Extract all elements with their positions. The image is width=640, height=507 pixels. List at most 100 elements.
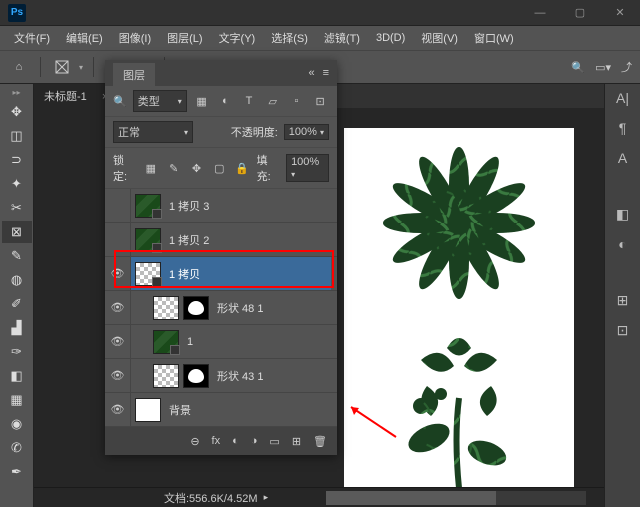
filter-type-dropdown[interactable]: 类型▾ — [133, 90, 187, 112]
wand-tool[interactable]: ✦ — [2, 173, 32, 195]
menu-filter[interactable]: 滤镜(T) — [318, 28, 366, 48]
panel-icon-4[interactable]: ◧ — [613, 206, 633, 222]
layer-row[interactable]: 👁 形状 48 1 — [105, 291, 337, 325]
screenmode-icon[interactable]: ▭▾ — [595, 61, 611, 74]
filter-search-icon[interactable]: 🔍 — [113, 95, 127, 108]
visibility-toggle[interactable]: 👁 — [105, 359, 131, 393]
lock-label: 锁定: — [113, 152, 136, 184]
h-scrollbar[interactable] — [326, 491, 586, 505]
tools-panel: ▸▸ ✥ ◫ ⊃ ✦ ✂ ⊠ ✎ ◍ ✐ ▟ ✑ ◧ ▦ ◉ ✆ ✒ — [0, 84, 34, 507]
filter-type-icon[interactable]: T — [240, 93, 258, 109]
menu-type[interactable]: 文字(Y) — [213, 28, 262, 48]
tool-preset-icon[interactable] — [51, 56, 73, 78]
visibility-toggle[interactable]: 👁 — [105, 393, 131, 427]
group-icon[interactable]: ▭ — [269, 435, 279, 448]
layer-row[interactable]: 1 拷贝 2 — [105, 223, 337, 257]
marquee-tool[interactable]: ◫ — [2, 125, 32, 147]
search-icon[interactable]: 🔍 — [571, 61, 585, 74]
glyphs-panel-icon[interactable]: A — [613, 150, 633, 166]
history-tool[interactable]: ✑ — [2, 341, 32, 363]
layer-row[interactable]: 👁 形状 43 1 — [105, 359, 337, 393]
dodge-tool[interactable]: ✆ — [2, 437, 32, 459]
toolbar-grip[interactable]: ▸▸ — [0, 88, 33, 97]
filter-shape-icon[interactable]: ▱ — [264, 93, 282, 109]
minimize-button[interactable]: — — [520, 0, 560, 26]
layer-name: 背景 — [169, 402, 191, 418]
layer-thumbnail[interactable] — [153, 330, 179, 354]
filter-toggle-icon[interactable]: ⊡ — [311, 93, 329, 109]
menu-select[interactable]: 选择(S) — [265, 28, 314, 48]
paragraph-panel-icon[interactable]: ¶ — [613, 120, 633, 136]
panel-collapse-icon[interactable]: « — [308, 67, 314, 79]
lasso-tool[interactable]: ⊃ — [2, 149, 32, 171]
brush-tool[interactable]: ✐ — [2, 293, 32, 315]
crop-tool[interactable]: ✂ — [2, 197, 32, 219]
eraser-tool[interactable]: ◧ — [2, 365, 32, 387]
home-icon[interactable]: ⌂ — [8, 56, 30, 78]
document-canvas[interactable] — [344, 128, 574, 487]
eyedropper-tool[interactable]: ✎ — [2, 245, 32, 267]
panel-icon-6[interactable]: ⊞ — [613, 292, 633, 308]
layer-thumbnail[interactable] — [153, 364, 179, 388]
layer-name: 1 拷贝 2 — [169, 232, 209, 248]
lock-all-icon[interactable]: 🔒 — [234, 160, 251, 176]
frame-tool[interactable]: ⊠ — [2, 221, 32, 243]
layer-thumbnail[interactable] — [135, 262, 161, 286]
gradient-tool[interactable]: ▦ — [2, 389, 32, 411]
filter-pixel-icon[interactable]: ▦ — [193, 93, 211, 109]
blur-tool[interactable]: ◉ — [2, 413, 32, 435]
layer-thumbnail[interactable] — [135, 228, 161, 252]
heal-tool[interactable]: ◍ — [2, 269, 32, 291]
menu-layer[interactable]: 图层(L) — [161, 28, 208, 48]
link-layers-icon[interactable]: ⊖ — [190, 435, 199, 448]
maximize-button[interactable]: ▢ — [560, 0, 600, 26]
delete-layer-icon[interactable]: 🗑 — [313, 435, 327, 448]
lock-paint-icon[interactable]: ✎ — [165, 160, 182, 176]
new-layer-icon[interactable]: ⊞ — [292, 435, 301, 448]
menu-3d[interactable]: 3D(D) — [370, 30, 411, 46]
menu-bar: 文件(F) 编辑(E) 图像(I) 图层(L) 文字(Y) 选择(S) 滤镜(T… — [0, 26, 640, 50]
layer-row[interactable]: 👁1 拷贝 — [105, 257, 337, 291]
layer-name: 形状 48 1 — [217, 300, 263, 316]
share-icon[interactable]: ⤴ — [621, 59, 632, 75]
menu-window[interactable]: 窗口(W) — [468, 28, 520, 48]
layer-row[interactable]: 👁 背景 — [105, 393, 337, 427]
visibility-toggle[interactable] — [105, 189, 131, 223]
lock-trans-icon[interactable]: ▦ — [142, 160, 159, 176]
visibility-toggle[interactable]: 👁 — [105, 325, 131, 359]
layer-thumbnail[interactable] — [153, 296, 179, 320]
filter-adjust-icon[interactable]: ◐ — [216, 93, 234, 109]
close-button[interactable]: ✕ — [600, 0, 640, 26]
move-tool[interactable]: ✥ — [2, 101, 32, 123]
fill-value[interactable]: 100% ▾ — [286, 154, 329, 182]
panel-menu-icon[interactable]: ≡ — [323, 67, 329, 79]
menu-image[interactable]: 图像(I) — [113, 28, 157, 48]
layer-name: 形状 43 1 — [217, 368, 263, 384]
lock-pos-icon[interactable]: ✥ — [188, 160, 205, 176]
stamp-tool[interactable]: ▟ — [2, 317, 32, 339]
layer-row[interactable]: 1 拷贝 3 — [105, 189, 337, 223]
filter-smart-icon[interactable]: ▫ — [288, 93, 306, 109]
layer-row[interactable]: 👁1 — [105, 325, 337, 359]
visibility-toggle[interactable]: 👁 — [105, 257, 131, 291]
character-panel-icon[interactable]: A| — [613, 90, 633, 106]
lock-artboard-icon[interactable]: ▢ — [211, 160, 228, 176]
fx-icon[interactable]: fx — [212, 435, 221, 447]
adjustment-icon[interactable]: ◑ — [251, 435, 258, 447]
layers-panel-title[interactable]: 图层 — [113, 63, 155, 87]
panel-icon-5[interactable]: ◐ — [613, 236, 633, 252]
menu-view[interactable]: 视图(V) — [415, 28, 464, 48]
visibility-toggle[interactable] — [105, 223, 131, 257]
layer-thumbnail[interactable] — [135, 398, 161, 422]
blend-mode-dropdown[interactable]: 正常▾ — [113, 121, 193, 143]
panel-icon-7[interactable]: ⊡ — [613, 322, 633, 338]
pen-tool[interactable]: ✒ — [2, 461, 32, 483]
layer-mask-thumbnail[interactable] — [183, 364, 209, 388]
visibility-toggle[interactable]: 👁 — [105, 291, 131, 325]
opacity-value[interactable]: 100% ▾ — [284, 124, 329, 140]
mask-icon[interactable]: ◐ — [232, 435, 239, 447]
layer-mask-thumbnail[interactable] — [183, 296, 209, 320]
menu-edit[interactable]: 编辑(E) — [60, 28, 109, 48]
layer-thumbnail[interactable] — [135, 194, 161, 218]
menu-file[interactable]: 文件(F) — [8, 28, 56, 48]
